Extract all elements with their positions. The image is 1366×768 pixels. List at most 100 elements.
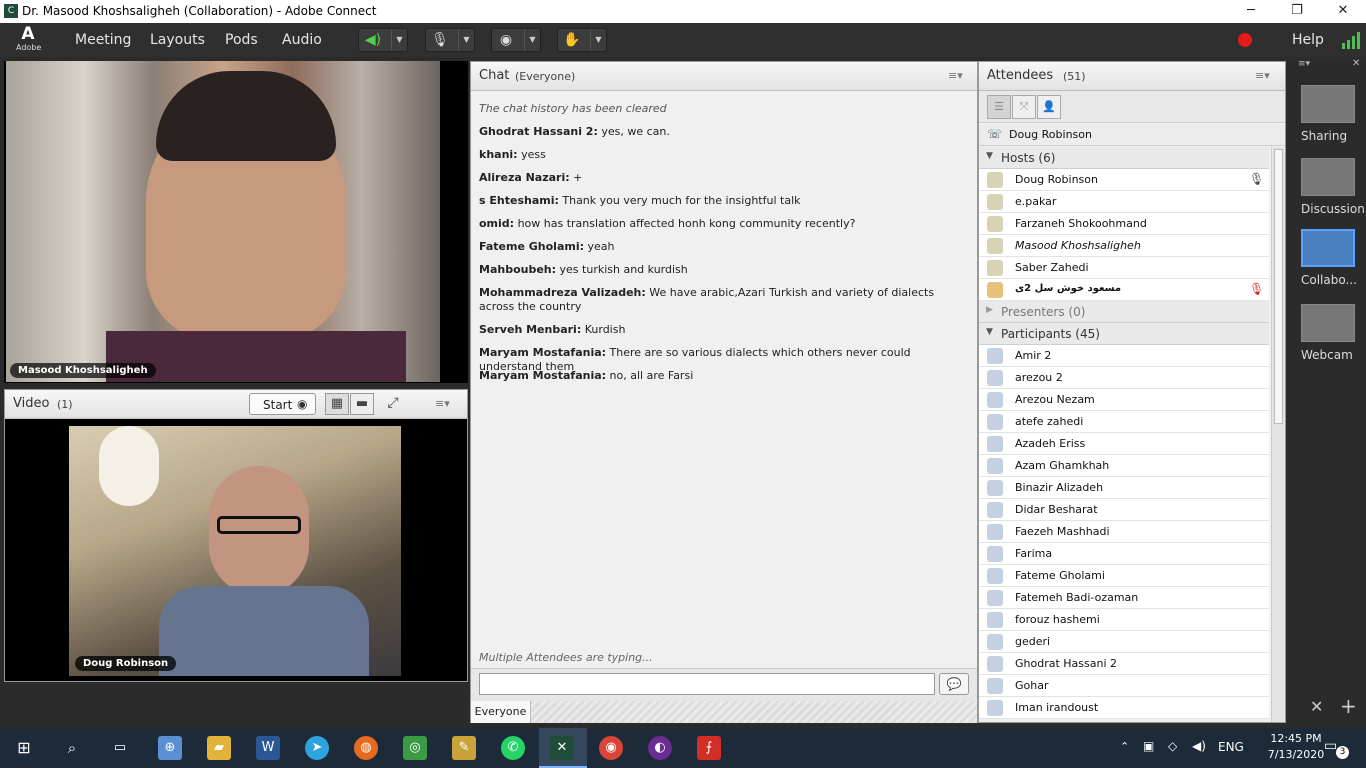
filmstrip-view-icon[interactable]: ▬ [350,393,374,415]
close-icon[interactable]: ✕ [1352,58,1360,69]
list-item[interactable]: forouz hashemi [979,609,1269,631]
volume-icon[interactable]: ◀) [1192,739,1206,753]
layouts-menu-icon[interactable]: ≡▾ [1298,59,1310,69]
grid-view-icon[interactable]: ▦ [325,393,349,415]
dropbox-icon[interactable]: ◇ [1168,739,1177,753]
pod-options-icon[interactable]: ≡▾ [948,69,963,82]
network-app-icon[interactable]: ⊕ [158,736,182,760]
attendee-name: atefe zahedi [1015,415,1084,428]
list-item[interactable]: gederi [979,631,1269,653]
participant-shirt [159,586,369,676]
taskbar-time[interactable]: 12:45 PM [1266,732,1326,745]
scrollbar-thumb[interactable] [1274,149,1283,424]
fullscreen-icon[interactable]: ⤢ [381,393,405,415]
chevron-down-icon[interactable]: ▼ [524,29,540,51]
presenters-group[interactable]: ▶ Presenters (0) [979,301,1269,323]
task-view-icon[interactable]: ▭ [108,736,132,760]
menu-pods[interactable]: Pods [225,32,258,48]
list-item[interactable]: Masood Khoshsaligheh [979,235,1269,257]
list-item[interactable]: Azadeh Eriss [979,433,1269,455]
menu-layouts[interactable]: Layouts [150,32,205,48]
search-icon[interactable]: ⌕ [60,736,84,760]
chevron-down-icon[interactable]: ▼ [590,29,606,51]
chat-sender: Maryam Mostafania: [479,346,607,359]
list-item[interactable]: Doug Robinson 🎙 [979,169,1269,191]
breakout-view-icon[interactable]: ⤧ [1012,95,1036,119]
status-view-icon[interactable]: 👤 [1037,95,1061,119]
video-pod-title: Video [13,396,50,411]
add-layout-icon[interactable]: + [1340,694,1357,718]
chat-text: + [573,171,583,184]
list-item[interactable]: Binazir Alizadeh [979,477,1269,499]
adobe-connect-taskbar-icon[interactable]: ✕ [550,736,574,760]
current-user-row[interactable]: ☏ Doug Robinson [979,124,1285,146]
layout-settings-icon[interactable]: ✕ [1310,697,1323,716]
list-item[interactable]: Didar Besharat [979,499,1269,521]
layout-webcam[interactable]: Webcam [1301,304,1357,362]
firefox-icon[interactable]: ◍ [354,736,378,760]
pdf-reader-icon[interactable]: ⨍ [697,736,721,760]
layout-collaboration[interactable]: Collabo... [1301,229,1357,287]
taskbar-date[interactable]: 7/13/2020 [1266,748,1326,761]
send-message-icon[interactable]: 💬 [939,673,969,695]
list-item[interactable]: Gohar [979,675,1269,697]
chevron-down-icon[interactable]: ▼ [458,29,474,51]
telegram-icon[interactable]: ➤ [305,736,329,760]
list-item[interactable]: Amir 2 [979,345,1269,367]
hosts-group[interactable]: ▼ Hosts (6) [979,147,1269,169]
chat-tab-everyone[interactable]: Everyone [471,701,531,723]
list-item[interactable]: Azam Ghamkhah [979,455,1269,477]
maximize-button[interactable]: ❐ [1274,0,1320,23]
list-item[interactable]: Saber Zahedi [979,257,1269,279]
input-language[interactable]: ENG [1218,740,1244,754]
layout-sharing[interactable]: Sharing [1301,85,1357,143]
tray-chevron-icon[interactable]: ⌃ [1120,740,1129,753]
list-item[interactable]: Fateme Gholami [979,565,1269,587]
recording-indicator[interactable] [1238,33,1252,47]
chrome-icon[interactable]: ◉ [599,736,623,760]
video-pod-header: Video (1) Start ◉ ▦ ▬ ⤢ ≡▾ [5,390,467,419]
windows-start-icon[interactable]: ⊞ [12,736,36,760]
menu-audio[interactable]: Audio [282,32,322,48]
close-button[interactable]: ✕ [1320,0,1366,23]
list-item[interactable]: Ghodrat Hassani 2 [979,653,1269,675]
media-player-icon[interactable]: ◐ [648,736,672,760]
attendee-name: Gohar [1015,679,1049,692]
attendee-scrollbar[interactable] [1271,147,1285,722]
list-item[interactable]: مسعود خوش سل 2ی 🎙 [979,279,1269,301]
start-webcam-button[interactable]: Start ◉ [249,393,316,415]
menu-meeting[interactable]: Meeting [75,32,131,48]
list-item[interactable]: Farima [979,543,1269,565]
list-view-icon[interactable]: ☰ [987,95,1011,119]
list-item[interactable]: arezou 2 [979,367,1269,389]
whatsapp-icon[interactable]: ✆ [501,736,525,760]
speaker-control[interactable]: ◀) ▼ [358,28,408,52]
minimize-button[interactable]: ─ [1228,0,1274,23]
list-item[interactable]: Arezou Nezam [979,389,1269,411]
list-item[interactable]: Faezeh Mashhadi [979,521,1269,543]
word-icon[interactable]: W [256,736,280,760]
chat-text: Thank you very much for the insightful t… [562,194,801,207]
microphone-control[interactable]: 🎙 ▼ [425,28,475,52]
participants-group[interactable]: ▼ Participants (45) [979,323,1269,345]
menu-help[interactable]: Help [1292,32,1324,48]
webcam-control[interactable]: ◉ ▼ [491,28,541,52]
network-icon[interactable]: ▣ [1143,739,1154,753]
list-item[interactable]: Farzaneh Shokoohmand [979,213,1269,235]
layout-discussion[interactable]: Discussion [1301,158,1365,216]
list-item[interactable]: e.pakar [979,191,1269,213]
raise-hand-control[interactable]: ✋ ▼ [557,28,607,52]
pen-app-icon[interactable]: ✎ [452,736,476,760]
globe-app-icon[interactable]: ◎ [403,736,427,760]
participant-glasses [217,516,301,534]
chat-message-input[interactable] [479,673,935,695]
file-explorer-icon[interactable]: ▰ [207,736,231,760]
pod-options-icon[interactable]: ≡▾ [1255,69,1270,82]
list-item[interactable]: Iman irandoust [979,697,1269,719]
chevron-down-icon[interactable]: ▼ [391,29,407,51]
participant-user-icon [987,590,1003,606]
list-item[interactable]: atefe zahedi [979,411,1269,433]
list-item[interactable]: Fatemeh Badi-ozaman [979,587,1269,609]
pod-options-icon[interactable]: ≡▾ [435,397,450,410]
chat-sender: Serveh Menbari: [479,323,582,336]
